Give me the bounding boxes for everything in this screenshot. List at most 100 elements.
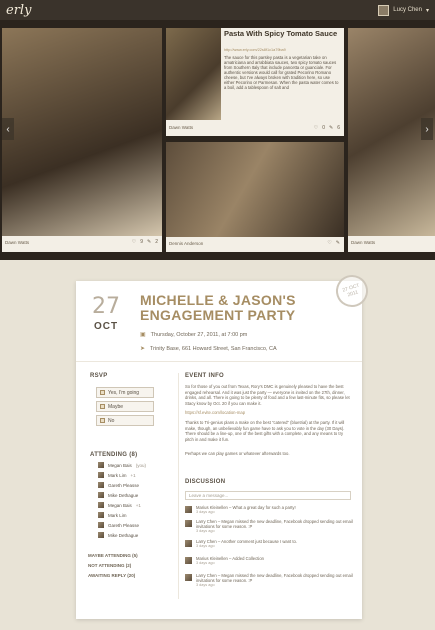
avatar [185, 540, 192, 547]
user-menu[interactable]: Lucy Chen ▾ [378, 4, 429, 16]
photo [166, 142, 344, 237]
photo-card[interactable]: Dennis Anderson ♡ ✎ [166, 142, 344, 252]
avatar [98, 502, 104, 508]
attendee[interactable]: Gareth Pleasse [98, 522, 139, 528]
attendee-note: +1 [135, 502, 141, 508]
prev-arrow-icon[interactable]: ‹ [2, 118, 14, 140]
event-info-heading: EVENT INFO [185, 373, 225, 379]
photo-strip: Dawn Watts ♡ 9 ✎ 2 Pasta With Spicy Tomato… [0, 20, 435, 260]
likes-count: 0 [322, 125, 326, 131]
discussion-post: Marius Kleinellen – Added Collection 3 da… [185, 556, 353, 565]
comments-count: 2 [155, 239, 158, 245]
event-where-text: Trinity Base, 661 Howard Street, San Fra… [150, 345, 277, 352]
attendee-name: Gareth Pleasse [108, 522, 140, 528]
awaiting-reply-link[interactable]: AWAITING REPLY (20) [88, 573, 135, 578]
rsvp-yes-button[interactable]: Yes, I'm going [96, 387, 154, 398]
photo-card[interactable]: Dawn Watts [348, 28, 435, 252]
attendee[interactable]: Mark Lim +1 [98, 472, 136, 478]
comment-icon[interactable]: ✎ [336, 240, 340, 246]
avatar [185, 557, 192, 564]
heart-icon[interactable]: ♡ [314, 125, 318, 131]
maybe-attending-link[interactable]: MAYBE ATTENDING (5) [88, 553, 138, 558]
discussion-post: Larry Chen – Megan missed the new deadli… [185, 573, 353, 587]
message-input[interactable]: Leave a message... [185, 491, 351, 500]
post-time: 3 days ago [196, 529, 215, 533]
chevron-down-icon: ▾ [425, 7, 429, 14]
post-text: Larry Chen – Megan missed the new deadli… [196, 519, 353, 529]
photo-meta: ♡ 0 ✎ 6 [314, 125, 340, 131]
not-attending-link[interactable]: NOT ATTENDING (2) [88, 563, 131, 568]
photo [2, 28, 162, 236]
rsvp-yes-label: Yes, I'm going [108, 389, 140, 396]
recipe-text: The sauce for this parsley pasta is a ve… [224, 55, 339, 90]
recipe-card[interactable]: Pasta With Spicy Tomato Sauce http://www… [166, 28, 344, 136]
attendee-name: Mike Dethague [108, 492, 139, 498]
attendee-name: Megan Bais [108, 502, 132, 508]
rsvp-heading: RSVP [90, 373, 108, 379]
checkbox-icon [100, 390, 105, 395]
avatar [185, 574, 192, 581]
discussion-post: Marius Kleinellen – What a great day for… [185, 505, 353, 514]
avatar [98, 492, 104, 498]
avatar [185, 506, 192, 513]
discussion-post: Larry Chen – Another comment just becaus… [185, 539, 353, 548]
rsvp-no-button[interactable]: No [96, 415, 154, 426]
event-when-text: Thursday, October 27, 2011, at 7:00 pm [150, 331, 248, 338]
photo-meta: ♡ ✎ [327, 240, 340, 246]
user-name: Lucy Chen [393, 7, 422, 13]
attendee[interactable]: Mike Dethague [98, 492, 138, 498]
post-time: 3 days ago [196, 510, 215, 514]
recipe-title: Pasta With Spicy Tomato Sauce [224, 29, 338, 38]
event-title: MICHELLE & JASON'S ENGAGEMENT PARTY [140, 292, 296, 323]
attendee-name: Mark Lim [108, 512, 127, 518]
event-info-p3: Perhaps we can play games or whatever af… [185, 451, 290, 456]
post-time: 3 days ago [196, 583, 215, 587]
avatar [98, 532, 104, 538]
post-time: 3 days ago [196, 561, 215, 565]
event-info-link[interactable]: https://sf.evite.com/location-map [185, 410, 353, 416]
comment-icon[interactable]: ✎ [147, 239, 151, 245]
event-card: 27 OCT MICHELLE & JASON'S ENGAGEMENT PAR… [76, 270, 373, 619]
event-day: 27 [92, 294, 120, 319]
avatar [98, 472, 104, 478]
checkbox-icon [100, 418, 105, 423]
attendee-name: Gareth Pleasse [108, 482, 140, 488]
event-month: OCT [94, 321, 119, 332]
next-arrow-icon[interactable]: › [421, 118, 433, 140]
avatar [98, 522, 104, 528]
top-bar: erly Lucy Chen ▾ [0, 0, 435, 20]
divider [76, 361, 362, 362]
rsvp-maybe-button[interactable]: Maybe [96, 401, 154, 412]
attendee-name: Mike Dethague [108, 532, 139, 538]
event-info-p1: So for those of you out from Texas, Rory… [185, 384, 350, 406]
avatar [98, 512, 104, 518]
heart-icon[interactable]: ♡ [132, 239, 136, 245]
location-icon: ➤ [140, 346, 146, 352]
photo-card[interactable]: Dawn Watts ♡ 9 ✎ 2 [2, 28, 162, 252]
attendee-name: Mark Lim [108, 472, 127, 478]
discussion-heading: DISCUSSION [185, 479, 226, 485]
comment-icon[interactable]: ✎ [329, 125, 333, 131]
attendee-name: Megan Bais [108, 462, 132, 468]
avatar [378, 4, 390, 16]
post-text: Larry Chen – Megan missed the new deadli… [196, 573, 353, 583]
attendee[interactable]: Gareth Pleasse [98, 482, 139, 488]
event-where[interactable]: ➤ Trinity Base, 661 Howard Street, San F… [140, 345, 277, 353]
attendee[interactable]: Mark Lim [98, 512, 127, 518]
attendee[interactable]: Megan Bais (you) [98, 462, 146, 468]
attendee[interactable]: Mike Dethague [98, 532, 138, 538]
attendee-note: (you) [135, 462, 147, 468]
attendee[interactable]: Megan Bais +1 [98, 502, 141, 508]
event-when: ▣ Thursday, October 27, 2011, at 7:00 pm [140, 331, 248, 339]
heart-icon[interactable]: ♡ [327, 240, 331, 246]
photo-author: Dawn Watts [169, 125, 194, 130]
column-divider [178, 373, 179, 599]
avatar [98, 462, 104, 468]
event-info-p2: Thanks to Tri-genius plans a make on the… [185, 420, 345, 442]
avatar [98, 482, 104, 488]
attendee-note: +1 [130, 472, 136, 478]
app-logo[interactable]: erly [6, 3, 31, 18]
calendar-icon: ▣ [140, 332, 146, 338]
recipe-url[interactable]: http://www.erly.com/22s8f1c1a79ba9 [224, 48, 286, 52]
comments-count: 6 [337, 125, 340, 131]
